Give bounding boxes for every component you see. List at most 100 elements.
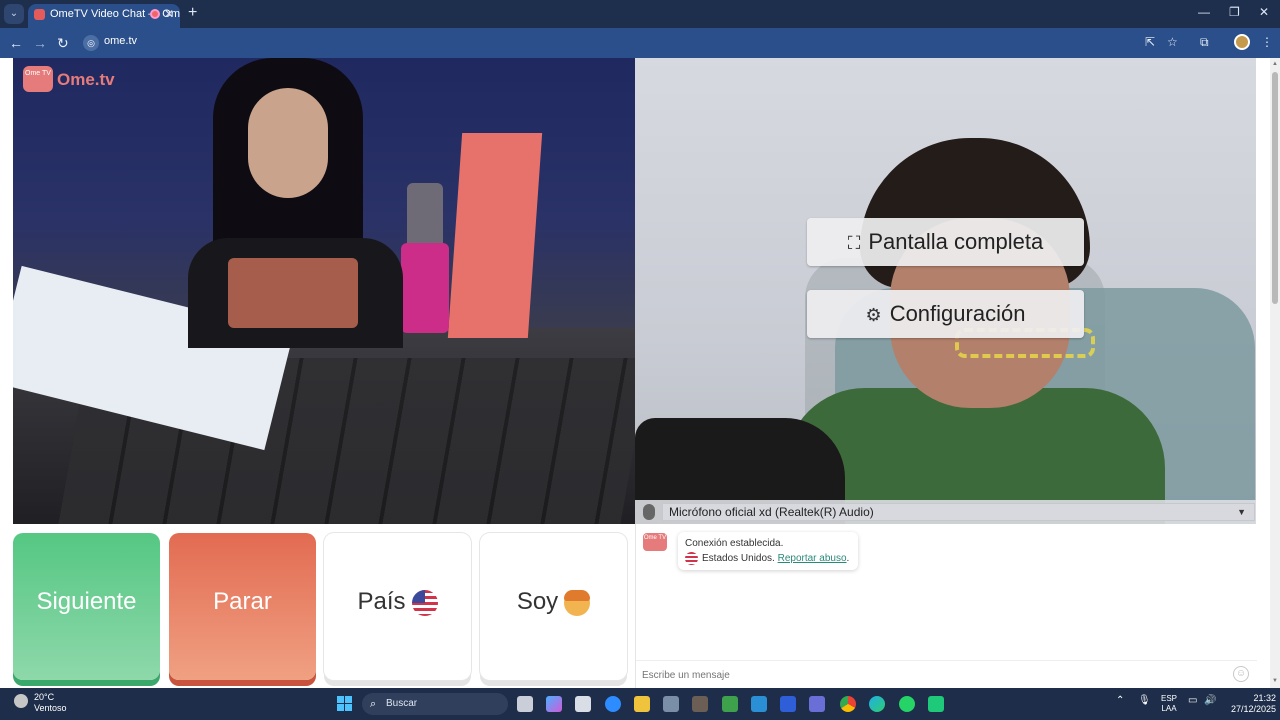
microphone-select[interactable]: Micrófono oficial xd (Realtek(R) Audio) … xyxy=(662,503,1255,521)
country-button[interactable]: País xyxy=(324,533,471,680)
connection-status: Conexión establecida. xyxy=(685,538,784,549)
page-content: Ome TV Ome.tv ⛶ Pantalla completa ⚙ Config… xyxy=(0,58,1270,688)
logo-text: Ome.tv xyxy=(57,70,115,89)
volume-icon[interactable]: 🔊 xyxy=(1204,695,1216,706)
taskbar-search-label: Buscar xyxy=(386,698,418,709)
logo-badge: Ome TV xyxy=(23,66,53,92)
tab-bar: ⌄ OmeTV Video Chat — Ome ✕ + — ❐ ✕ xyxy=(0,0,1280,28)
site-info-icon[interactable]: ◎ xyxy=(83,35,99,51)
stop-button[interactable]: Parar xyxy=(169,533,316,680)
show-hidden-icons-icon[interactable]: ⌃ xyxy=(1116,695,1124,706)
file-explorer-icon[interactable] xyxy=(634,696,650,712)
country-label: País xyxy=(357,588,406,615)
copilot-icon[interactable] xyxy=(546,696,562,712)
teams-icon[interactable] xyxy=(809,696,825,712)
clock-date: 27/12/2025 xyxy=(1230,704,1276,714)
report-punct: . xyxy=(846,553,850,564)
remote-video: ⛶ Pantalla completa ⚙ Configuración Micróf… xyxy=(635,58,1256,524)
edge-icon[interactable] xyxy=(869,696,885,712)
usa-flag-small-icon xyxy=(685,551,698,565)
layout-code: LAA xyxy=(1161,704,1177,713)
clock-time: 21:32 xyxy=(1253,693,1276,703)
url-text: ome.tv xyxy=(104,35,138,47)
tray-microphone-icon[interactable]: 🎙 xyxy=(1138,695,1151,706)
reload-icon[interactable]: ↻ xyxy=(57,34,69,52)
windows-start-icon[interactable] xyxy=(337,696,353,712)
scroll-up-icon[interactable]: ▲ xyxy=(1272,61,1278,67)
chat-input-bar: ☺ xyxy=(636,660,1257,688)
recording-icon xyxy=(150,9,160,19)
lang-code: ESP xyxy=(1161,694,1178,703)
ometv-favicon-icon xyxy=(34,9,45,20)
store-icon[interactable] xyxy=(575,696,591,712)
weather-desc: Ventoso xyxy=(34,703,67,713)
bookmark-star-icon[interactable]: ☆ xyxy=(1167,35,1178,49)
window-close-icon[interactable]: ✕ xyxy=(1259,5,1269,19)
gender-label: Soy xyxy=(516,588,559,615)
person-figure xyxy=(188,58,408,348)
message-input[interactable] xyxy=(642,667,1202,683)
network-icon[interactable]: ▭ xyxy=(1188,695,1197,706)
chat-panel: Ome TV Conexión establecida. Estados Uni… xyxy=(635,524,1257,688)
fullscreen-icon: ⛶ xyxy=(847,233,861,253)
install-app-icon[interactable]: ⇱ xyxy=(1145,35,1155,49)
game-icon[interactable] xyxy=(692,696,708,712)
vscode-icon[interactable] xyxy=(751,696,767,712)
task-view-icon[interactable] xyxy=(517,696,533,712)
fullscreen-label: Pantalla completa xyxy=(868,229,1044,254)
stop-label: Parar xyxy=(213,588,272,615)
new-tab-icon[interactable]: + xyxy=(188,4,197,22)
intellij-icon[interactable] xyxy=(780,696,796,712)
tab-title: OmeTV Video Chat — Ome xyxy=(50,8,180,20)
pink-box xyxy=(447,133,543,338)
report-abuse-link[interactable]: Reportar abuso xyxy=(778,553,847,564)
page-scrollbar[interactable]: ▲ ▼ xyxy=(1270,58,1280,688)
tab-search-button[interactable]: ⌄ xyxy=(4,4,24,24)
input-language[interactable]: ESP LAA xyxy=(1161,694,1177,714)
browser-menu-icon[interactable]: ⋮ xyxy=(1261,35,1273,49)
tab-ometv[interactable]: OmeTV Video Chat — Ome ✕ xyxy=(28,4,180,28)
search-icon: ⌕ xyxy=(370,698,377,710)
minecraft-icon[interactable] xyxy=(722,696,738,712)
system-message: Conexión establecida. Estados Unidos. Re… xyxy=(678,532,858,570)
microphone-bar: Micrófono oficial xd (Realtek(R) Audio) … xyxy=(635,500,1256,524)
minimize-icon[interactable]: — xyxy=(1198,5,1210,19)
chevron-down-icon: ▼ xyxy=(1237,507,1246,517)
app-image-icon[interactable] xyxy=(663,696,679,712)
weather-icon xyxy=(14,694,28,708)
usa-flag-icon xyxy=(411,589,438,616)
profile-avatar[interactable] xyxy=(1234,34,1250,50)
address-bar[interactable]: ◎ ome.tv xyxy=(80,31,1130,55)
weather-temp: 20°C xyxy=(34,692,55,702)
forward-icon[interactable]: → xyxy=(33,34,47,52)
zoom-icon[interactable] xyxy=(605,696,621,712)
scroll-thumb[interactable] xyxy=(1272,72,1278,304)
scroll-down-icon[interactable]: ▼ xyxy=(1272,678,1278,684)
restore-icon[interactable]: ❐ xyxy=(1229,5,1240,19)
taskbar: 20°C Ventoso ⌕ Buscar ⌃ 🎙 ESP LAA ▭ 🔊 21… xyxy=(0,688,1280,720)
microphone-selected: Micrófono oficial xd (Realtek(R) Audio) xyxy=(669,505,874,519)
clock[interactable]: 21:32 27/12/2025 xyxy=(1224,693,1276,715)
browser-toolbar: ← → ↻ ◎ ome.tv ⇱ ☆ ⧉ ⋮ xyxy=(0,28,1280,58)
gear-icon: ⚙ xyxy=(865,305,882,325)
whatsapp-icon[interactable] xyxy=(899,696,915,712)
fullscreen-button[interactable]: ⛶ Pantalla completa xyxy=(807,218,1084,266)
next-button[interactable]: Siguiente xyxy=(13,533,160,680)
settings-label: Configuración xyxy=(889,301,1026,326)
close-tab-icon[interactable]: ✕ xyxy=(164,4,174,24)
chrome-icon[interactable] xyxy=(840,696,856,712)
settings-button[interactable]: ⚙ Configuración xyxy=(807,290,1084,338)
partner-country: Estados Unidos. xyxy=(702,553,775,564)
emoji-picker-icon[interactable]: ☺ xyxy=(1233,666,1249,682)
next-label: Siguiente xyxy=(36,588,137,615)
taskbar-search[interactable]: ⌕ Buscar xyxy=(362,693,508,715)
app-green-icon[interactable] xyxy=(928,696,944,712)
microphone-icon xyxy=(643,504,655,520)
ometv-logo: Ome TV Ome.tv xyxy=(23,66,123,94)
boy-emoji-icon xyxy=(564,589,591,616)
extensions-icon[interactable]: ⧉ xyxy=(1200,35,1209,50)
gender-button[interactable]: Soy xyxy=(480,533,627,680)
chat-ometv-logo: Ome TV xyxy=(643,533,667,551)
back-icon[interactable]: ← xyxy=(9,34,23,52)
local-video: Ome TV Ome.tv xyxy=(13,58,635,524)
